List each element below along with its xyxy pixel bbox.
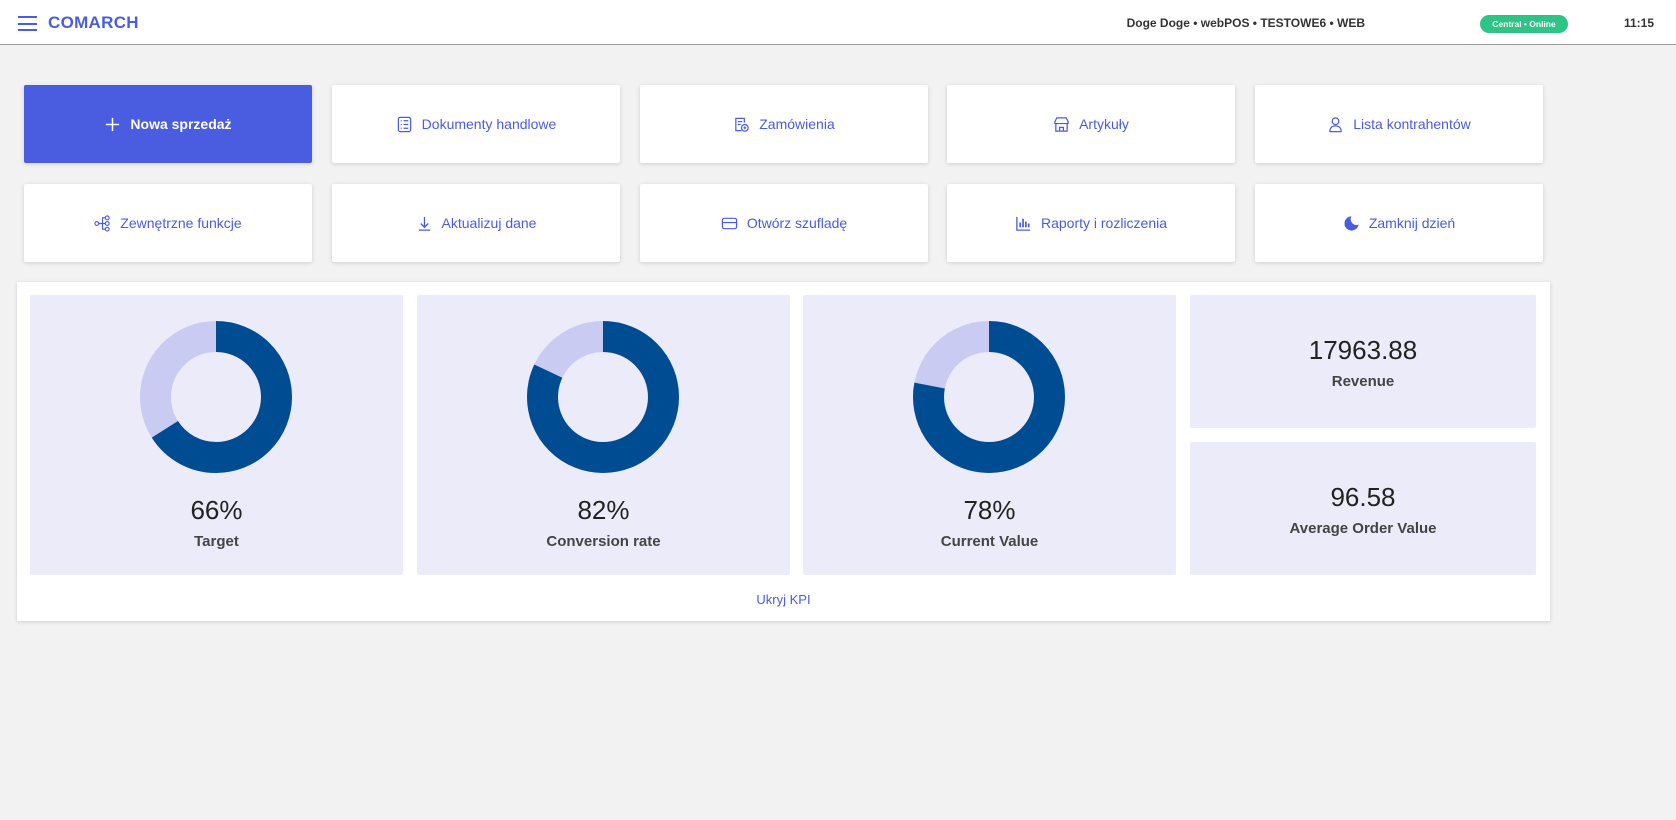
kpi-percent: 82%	[577, 495, 630, 525]
kpi-card-1: 82% Conversion rate	[417, 295, 790, 575]
revenue-label: Revenue	[1331, 373, 1395, 390]
action-label: Raporty i rozliczenia	[1040, 215, 1168, 231]
plus-icon	[106, 117, 120, 131]
action-label: Zewnętrzne funkcje	[120, 215, 242, 231]
action-label: Dokumenty handlowe	[421, 116, 557, 132]
action-label: Nowa sprzedaż	[130, 116, 232, 132]
download-icon	[418, 216, 430, 231]
status-badge: Central • Online	[1480, 15, 1568, 33]
action-zamowienia-button[interactable]: Zamówienia	[640, 85, 928, 163]
aov-value: 96.58	[1330, 482, 1396, 512]
donut-chart	[140, 321, 292, 473]
top-bar: COMARCH Doge Doge • webPOS • TESTOWE6 • …	[0, 0, 1676, 45]
hide-kpi-link[interactable]: Ukryj KPI	[17, 592, 1550, 607]
action-raporty-i-rozliczenia-button[interactable]: Raporty i rozliczenia	[947, 184, 1235, 262]
action-label: Otwórz szufladę	[746, 215, 848, 231]
revenue-card: 17963.88 Revenue	[1190, 295, 1536, 428]
kpi-label: Target	[194, 533, 239, 550]
action-label: Zamówienia	[759, 116, 835, 132]
order-icon	[735, 117, 749, 132]
kpi-panel: 66% Target 82% Conversion rate 78% Curre…	[17, 282, 1550, 621]
logo: COMARCH	[48, 13, 139, 32]
bar-chart-icon	[1016, 216, 1031, 231]
action-otworz-szuflade-button[interactable]: Otwórz szufladę	[640, 184, 928, 262]
action-zewnetrzne-funkcje-button[interactable]: Zewnętrzne funkcje	[24, 184, 312, 262]
revenue-value: 17963.88	[1308, 335, 1418, 365]
kpi-card-0: 66% Target	[30, 295, 403, 575]
card-icon	[721, 217, 738, 229]
action-label: Aktualizuj dane	[441, 215, 537, 231]
user-info: Doge Doge • webPOS • TESTOWE6 • WEB	[1126, 16, 1365, 30]
kpi-percent: 66%	[190, 495, 243, 525]
kpi-label: Current Value	[940, 533, 1039, 550]
action-label: Artykuły	[1079, 116, 1129, 132]
store-icon	[1054, 116, 1069, 132]
clock: 11:15	[1623, 16, 1654, 30]
kpi-percent: 78%	[963, 495, 1016, 525]
kpi-card-2: 78% Current Value	[803, 295, 1176, 575]
aov-card: 96.58 Average Order Value	[1190, 442, 1536, 575]
aov-label: Average Order Value	[1289, 520, 1437, 537]
action-label: Lista kontrahentów	[1353, 116, 1471, 132]
donut-chart	[913, 321, 1065, 473]
donut-chart	[527, 321, 679, 473]
action-artykuy-button[interactable]: Artykuły	[947, 85, 1235, 163]
action-label: Zamknij dzień	[1368, 215, 1456, 231]
document-list-icon	[397, 116, 411, 132]
action-lista-kontrahentow-button[interactable]: Lista kontrahentów	[1255, 85, 1543, 163]
moon-icon	[1344, 215, 1359, 231]
kpi-label: Conversion rate	[546, 533, 661, 550]
user-icon	[1329, 116, 1343, 132]
action-aktualizuj-dane-button[interactable]: Aktualizuj dane	[332, 184, 620, 262]
action-dokumenty-handlowe-button[interactable]: Dokumenty handlowe	[332, 85, 620, 163]
action-zamknij-dzien-button[interactable]: Zamknij dzień	[1255, 184, 1543, 262]
action-nowa-sprzedaz-button[interactable]: Nowa sprzedaż	[24, 85, 312, 163]
hamburger-menu-icon[interactable]	[18, 16, 37, 31]
share-icon	[94, 214, 110, 232]
